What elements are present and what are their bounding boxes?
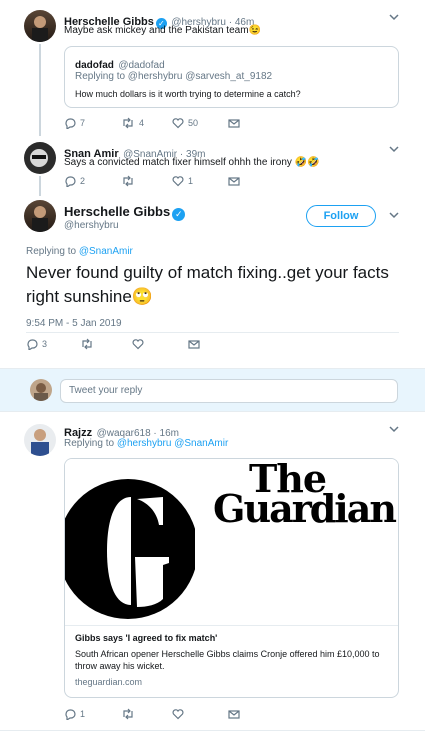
reply-icon — [65, 118, 76, 129]
reply-icon — [27, 339, 38, 350]
avatar-herschelle[interactable] — [24, 10, 56, 42]
direct-message-button[interactable] — [228, 117, 240, 129]
guardian-g-logo — [65, 479, 195, 619]
divider — [26, 332, 399, 333]
like-icon — [132, 339, 144, 350]
chevron-down-icon[interactable] — [388, 209, 400, 221]
message-icon — [188, 340, 200, 349]
retweet-icon — [123, 708, 133, 720]
quote-text: How much dollars is it worth trying to d… — [75, 89, 301, 99]
direct-message-button[interactable] — [228, 708, 240, 720]
like-icon — [172, 176, 184, 187]
retweet-button[interactable] — [121, 708, 135, 720]
guardian-logo-line2: Guardian — [213, 486, 397, 531]
avatar-image — [34, 383, 48, 401]
main-tweet-text: Never found guilty of match fixing..get … — [26, 263, 389, 306]
retweet-icon — [123, 117, 133, 129]
card-title: Gibbs says 'I agreed to fix match' — [75, 633, 218, 643]
reply-icon — [65, 709, 76, 720]
reply-icon — [65, 176, 76, 187]
reply-count: 2 — [80, 176, 86, 186]
follow-button[interactable]: Follow — [306, 205, 376, 227]
replying-to: Replying to @SnanAmir — [26, 246, 133, 257]
retweet-icon — [82, 338, 92, 350]
thread-line — [39, 176, 41, 196]
reply-button[interactable]: 7 — [64, 117, 85, 129]
message-icon — [228, 177, 240, 186]
like-button[interactable]: 50 — [172, 117, 198, 129]
tweet3-actions: 1 — [64, 708, 264, 722]
quote-author-name: dadofad — [75, 60, 114, 71]
retweet-button[interactable] — [121, 175, 135, 187]
like-button[interactable] — [172, 708, 184, 720]
like-icon — [172, 709, 184, 720]
replying-to-link[interactable]: @SnanAmir — [79, 246, 133, 257]
retweet-icon — [123, 175, 133, 187]
retweet-button[interactable] — [80, 338, 94, 350]
verified-badge-icon: ✓ — [172, 208, 186, 221]
retweet-count: 4 — [139, 118, 145, 128]
like-button[interactable]: 1 — [172, 175, 193, 187]
reply-count: 1 — [80, 709, 86, 719]
like-button[interactable] — [132, 338, 144, 350]
avatar-image — [32, 206, 48, 232]
tweet2-actions: 2 1 — [64, 175, 264, 189]
like-count: 1 — [188, 176, 194, 186]
replying-to: Replying to @hershybru @SnanAmir — [64, 438, 228, 449]
reply-button[interactable]: 2 — [64, 175, 85, 187]
tweet-text: Says a convicted match fixer himself ohh… — [64, 157, 320, 168]
replying-prefix: Replying to — [26, 246, 79, 257]
like-icon — [172, 118, 184, 129]
tweet-text: Maybe ask mickey and the Pakistan team😉 — [64, 25, 261, 36]
avatar-snan-amir[interactable] — [24, 142, 56, 174]
avatar-image — [30, 149, 48, 167]
author-handle[interactable]: @hershybru — [64, 220, 119, 231]
card-divider — [65, 625, 398, 626]
replying-prefix: Replying to — [64, 438, 117, 449]
timestamp[interactable]: 9:54 PM - 5 Jan 2019 — [26, 318, 122, 329]
message-icon — [228, 119, 240, 128]
reply-count: 3 — [42, 339, 48, 349]
direct-message-button[interactable] — [228, 175, 240, 187]
quote-handle: @dadofad — [118, 60, 165, 71]
avatar-rajzz[interactable] — [24, 424, 56, 456]
main-actions: 3 — [26, 338, 226, 352]
avatar-image — [31, 429, 49, 456]
divider — [0, 730, 425, 731]
link-card[interactable]: The Guardian Gibbs says 'I agreed to fix… — [64, 458, 399, 698]
tweet1-actions: 7 4 50 — [64, 117, 264, 131]
current-user-avatar — [30, 379, 52, 401]
avatar-herschelle-main[interactable] — [24, 200, 56, 232]
reply-button[interactable]: 3 — [26, 338, 47, 350]
message-icon — [228, 710, 240, 719]
main-author[interactable]: Herschelle Gibbs ✓ — [64, 203, 186, 221]
like-count: 50 — [188, 118, 199, 128]
thread-line — [39, 44, 41, 136]
quoted-tweet[interactable]: dadofad @dadofad Replying to @hershybru … — [64, 46, 399, 108]
chevron-down-icon[interactable] — [388, 143, 400, 155]
retweet-button[interactable]: 4 — [121, 117, 144, 129]
card-description: South African opener Herschelle Gibbs cl… — [75, 649, 380, 671]
chevron-down-icon[interactable] — [388, 11, 400, 23]
reply-count: 7 — [80, 118, 86, 128]
direct-message-button[interactable] — [188, 338, 200, 350]
card-image: The Guardian — [65, 459, 398, 625]
author-name: Herschelle Gibbs — [64, 204, 171, 219]
avatar-image — [32, 16, 48, 42]
reply-button[interactable]: 1 — [64, 708, 85, 720]
chevron-down-icon[interactable] — [388, 423, 400, 435]
reply-input[interactable]: Tweet your reply — [60, 379, 398, 403]
reply-composer: Tweet your reply — [0, 368, 425, 412]
card-domain: theguardian.com — [75, 677, 143, 687]
quote-replying-to: Replying to @hershybru @sarvesh_at_9182 — [75, 71, 273, 82]
replying-to-link[interactable]: @hershybru @SnanAmir — [117, 438, 228, 449]
